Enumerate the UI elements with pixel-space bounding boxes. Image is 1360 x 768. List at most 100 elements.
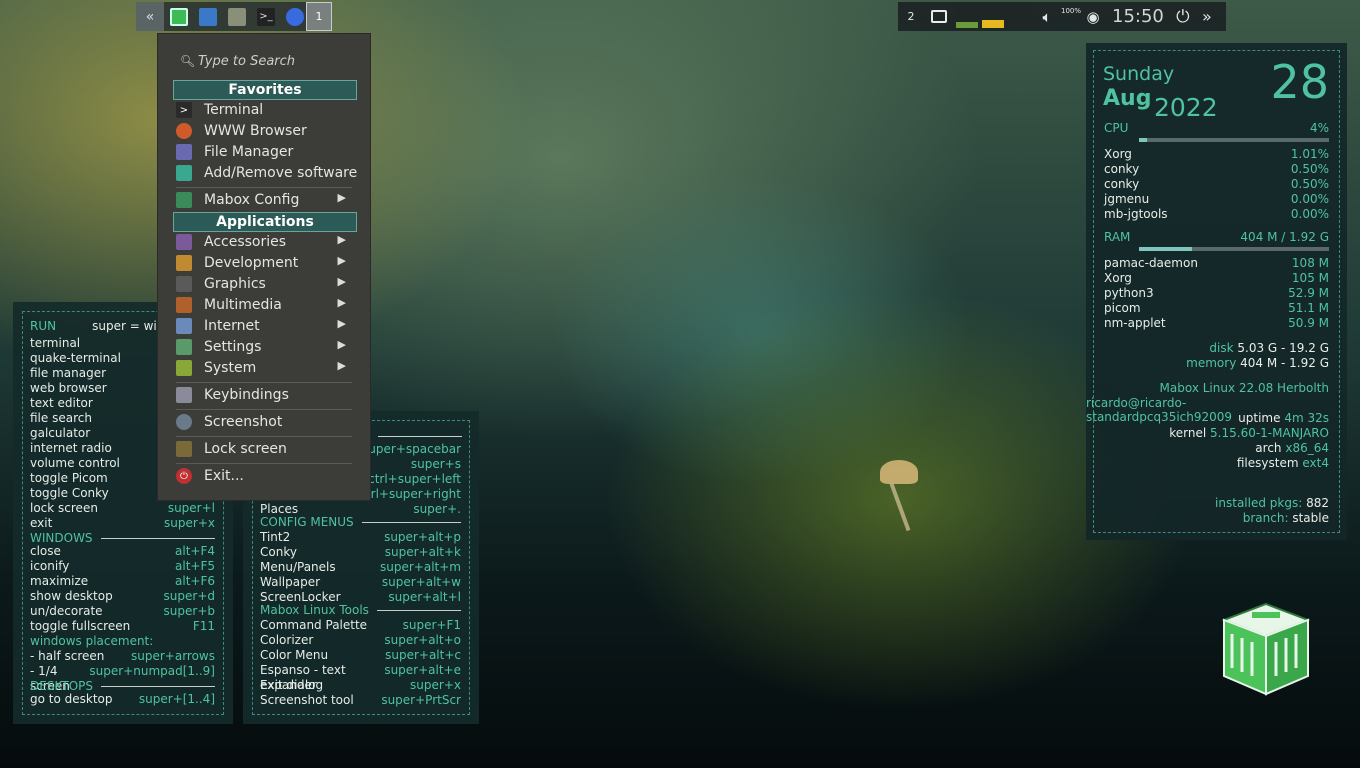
collapse-icon[interactable]: « [136,2,164,31]
keybinding-row: show desktop super+d [30,589,215,603]
applications-header: Applications [173,212,357,232]
menu-item-file-manager[interactable]: File Manager [176,142,362,162]
volume-icon[interactable]: 🔈︎ [1032,2,1062,31]
keybinding-row: lock screen super+l [30,501,215,515]
workspace-button[interactable]: 1 [306,2,332,31]
system-tray: 2 🔈︎ 100% ◉ 15:50 ⏻ » [898,2,1226,31]
file-manager-icon[interactable] [223,2,251,31]
keybinding-row: go to desktop super+[1..4] [30,692,215,706]
ram-process-row: pamac-daemon 108 M [1104,256,1329,270]
cloud-icon [176,318,192,334]
branch: branch: stable [1242,511,1329,525]
desktop-switcher[interactable]: 2 [898,2,924,31]
keybinding-row: Conky super+alt+k [260,545,461,559]
uptime: uptime 4m 32s [1238,411,1329,425]
keybinding-row: toggle fullscreen F11 [30,619,215,633]
keybinding-row: close alt+F4 [30,544,215,558]
arrow-right-icon: ▶ [337,275,346,288]
favorites-header: Favorites [173,80,357,100]
menu-item-graphics[interactable]: Graphics ▶ [176,274,362,294]
ram-header: RAM 404 M / 1.92 G [1104,230,1329,244]
swap-graph [1006,2,1032,31]
menu-item-accessories[interactable]: Accessories ▶ [176,232,362,252]
distro-name: Mabox Linux 22.08 Herbolth [1159,381,1329,395]
arrow-right-icon: ▶ [337,317,346,330]
terminal-icon[interactable]: >_ [252,2,280,31]
keybinding-row: Screenshot tool super+PrtScr [260,693,461,707]
ram-graph [980,2,1006,31]
menu-item-multimedia[interactable]: Multimedia ▶ [176,295,362,315]
menu-item-screenshot[interactable]: Screenshot [176,412,362,432]
development-icon [176,255,192,271]
section-mabox-tools: Mabox Linux Tools [260,603,461,618]
menu-item-add-remove[interactable]: Add/Remove software [176,163,362,183]
memory-usage: memory 404 M - 1.92 G [1186,356,1329,370]
package-icon [176,165,192,181]
keybinding-row: Espanso - text expander super+alt+e [260,663,461,692]
filesystem: filesystem ext4 [1236,456,1329,470]
ram-process-row: Xorg 105 M [1104,271,1329,285]
show-desktop-icon[interactable] [194,2,222,31]
month: Aug [1103,86,1152,111]
menu-search-input[interactable]: 🔍︎ Type to Search [180,54,295,69]
keybinding-row: Color Menu super+alt+c [260,648,461,662]
kernel: kernel 5.15.60-1-MANJARO [1169,426,1329,440]
search-icon: 🔍︎ [180,54,196,68]
ram-process-row: python3 52.9 M [1104,286,1329,300]
disk-usage: disk 5.03 G - 19.2 G [1209,341,1329,355]
wallpaper-mushroom-stem [889,482,911,532]
network-icon[interactable] [924,2,954,31]
screenshot-icon[interactable]: ◉ [1080,2,1106,31]
menu-item-system[interactable]: System ▶ [176,358,362,378]
accessories-icon [176,234,192,250]
arrow-right-icon: ▶ [337,338,346,351]
arrow-right-icon: ▶ [337,191,346,204]
expand-icon[interactable]: » [1196,2,1218,31]
installed-pkgs: installed pkgs: 882 [1215,496,1329,510]
menu-item-keybindings[interactable]: Keybindings [176,385,362,405]
graphics-icon [176,276,192,292]
keybinding-row: maximize alt+F6 [30,574,215,588]
arrow-right-icon: ▶ [337,254,346,267]
menu-item-mabox-config[interactable]: Mabox Config ▶ [176,190,362,210]
keybinding-row: un/decorate super+b [30,604,215,618]
keybinding-row: Colorizer super+alt+o [260,633,461,647]
keybinding-row: Menu/Panels super+alt+m [260,560,461,574]
browser-icon[interactable] [281,2,309,31]
cpu-process-row: jgmenu 0.00% [1104,192,1329,206]
keybinding-row: - half screen super+arrows [30,649,215,663]
keybinding-row: exit super+x [30,516,215,530]
camera-icon [176,414,192,430]
ram-process-row: picom 51.1 M [1104,301,1329,315]
keybinding-row: Wallpaper super+alt+w [260,575,461,589]
clock[interactable]: 15:50 [1106,2,1170,31]
mabox-icon [176,192,192,208]
cpu-graph [954,2,980,31]
keybinding-row: Command Palette super+F1 [260,618,461,632]
launcher-panel: « >_ [136,2,309,31]
section-placement: windows placement: [30,634,154,648]
menu-item-exit[interactable]: ⏻ Exit... [176,466,362,486]
arch: arch x86_64 [1255,441,1329,455]
menu-item-settings[interactable]: Settings ▶ [176,337,362,357]
power-icon[interactable]: ⏻ [1170,2,1196,31]
wallpaper-mushroom [880,460,918,484]
menu-item-internet[interactable]: Internet ▶ [176,316,362,336]
volume-level: 100% [1061,6,1082,15]
section-config-menus: CONFIG MENUS [260,515,461,530]
keybinding-row: iconify alt+F5 [30,559,215,573]
cpu-process-row: mb-jgtools 0.00% [1104,207,1329,221]
menu-item-development[interactable]: Development ▶ [176,253,362,273]
day-number: 28 [1270,55,1329,109]
cpu-process-row: Xorg 1.01% [1104,147,1329,161]
lock-icon [176,441,192,457]
cpu-bar [1139,138,1329,142]
arrow-right-icon: ▶ [337,233,346,246]
mabox-icon[interactable] [165,2,193,31]
settings-icon [176,339,192,355]
menu-item-browser[interactable]: WWW Browser [176,121,362,141]
cpu-header: CPU 4% [1104,121,1329,135]
arrow-right-icon: ▶ [337,296,346,309]
menu-item-terminal[interactable]: > Terminal [176,100,362,120]
menu-item-lock-screen[interactable]: Lock screen [176,439,362,459]
